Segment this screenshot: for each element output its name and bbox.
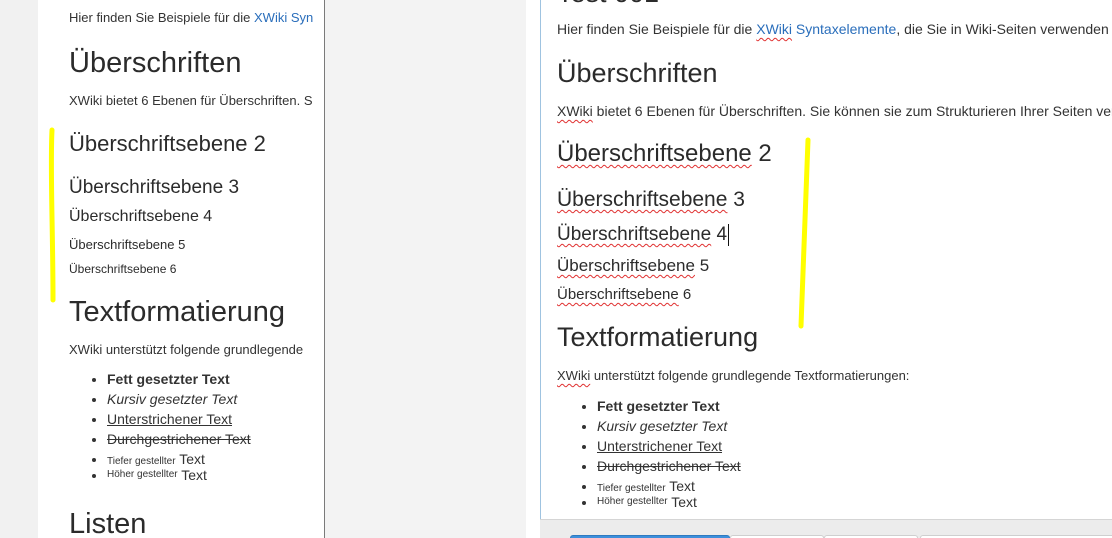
editor-underline-text: Unterstrichener Text xyxy=(597,438,723,454)
editor-list-item-underline[interactable]: Unterstrichener Text xyxy=(597,436,741,456)
editor-list-item-bold[interactable]: Fett gesetzter Text xyxy=(597,396,741,416)
list-item-italic: Kursiv gesetzter Text xyxy=(107,389,251,409)
editor-h4-word: Überschriftsebene xyxy=(557,224,712,246)
editor-intro-paragraph[interactable]: Hier finden Sie Beispiele für die XWiki … xyxy=(557,21,1109,37)
editor-headings-rest: bietet 6 Ebenen für Überschriften. Sie k… xyxy=(592,103,1112,119)
editor-h6-num: 6 xyxy=(678,286,692,303)
syntax-link[interactable]: XWiki Syn xyxy=(254,10,313,25)
editor-headings-title[interactable]: Überschriften xyxy=(557,58,718,89)
list-item-superscript: Höher gestellter Text xyxy=(107,465,251,485)
editor-page: Test 001 Hier finden Sie Beispiele für d… xyxy=(526,0,1112,538)
intro-prefix: Hier finden Sie Beispiele für die xyxy=(69,10,254,25)
editor-headings-paragraph[interactable]: XWiki bietet 6 Ebenen für Überschriften.… xyxy=(557,103,1112,119)
heading-level-4: Überschriftsebene 4 xyxy=(69,208,213,225)
document-title: Test 001 xyxy=(557,0,659,9)
editor-h2-word: Überschriftsebene xyxy=(557,140,752,167)
formatting-list: Fett gesetzter Text Kursiv gesetzter Tex… xyxy=(69,369,251,485)
editor-list-item-italic[interactable]: Kursiv gesetzter Text xyxy=(597,416,741,436)
editor-intro-suffix: , die Sie in Wiki-Seiten verwenden xyxy=(896,21,1109,37)
editor-superscript-small: Höher gestellter xyxy=(597,496,668,507)
view-mode-page: Hier finden Sie Beispiele für die XWiki … xyxy=(38,0,324,538)
background-window-area xyxy=(324,0,527,538)
heading-level-2: Überschriftsebene 2 xyxy=(69,131,266,156)
editor-formatting-rest: unterstützt folgende grundlegende Textfo… xyxy=(590,368,910,383)
superscript-text: Text xyxy=(181,467,207,483)
underline-text: Unterstrichener Text xyxy=(107,411,233,427)
wysiwyg-editor[interactable]: Test 001 Hier finden Sie Beispiele für d… xyxy=(540,0,1112,538)
strike-text: Durchgestrichener Text xyxy=(107,431,251,447)
editor-formatting-title[interactable]: Textformatierung xyxy=(557,322,758,353)
text-cursor xyxy=(728,224,730,246)
heading-level-5: Überschriftsebene 5 xyxy=(69,237,186,252)
intro-paragraph: Hier finden Sie Beispiele für die XWiki … xyxy=(69,10,313,25)
editor-superscript-text: Text xyxy=(671,494,697,510)
editor-list-item-strike[interactable]: Durchgestrichener Text xyxy=(597,456,741,476)
formatting-paragraph: XWiki unterstützt folgende grundlegende xyxy=(69,342,304,357)
editor-link-word: XWiki xyxy=(756,21,793,37)
headings-title: Überschriften xyxy=(69,47,242,79)
editor-heading-level-4[interactable]: Überschriftsebene 4 xyxy=(557,224,730,246)
lists-title: Listen xyxy=(69,508,147,538)
editor-link-rest: Syntaxelemente xyxy=(792,21,897,37)
editor-h3-word: Überschriftsebene xyxy=(557,188,728,211)
editor-h2-num: 2 xyxy=(751,140,772,167)
editor-h6-word: Überschriftsebene xyxy=(557,286,679,303)
heading-level-3: Überschriftsebene 3 xyxy=(69,177,240,198)
formatting-title: Textformatierung xyxy=(69,296,285,328)
editor-h5-word: Überschriftsebene xyxy=(557,256,695,275)
headings-paragraph: XWiki bietet 6 Ebenen für Überschriften.… xyxy=(69,93,313,108)
editor-headings-spell: XWiki xyxy=(557,103,593,119)
editor-h3-num: 3 xyxy=(727,188,745,211)
list-item-bold: Fett gesetzter Text xyxy=(107,369,251,389)
editor-action-bar xyxy=(540,519,1112,538)
editor-syntax-link[interactable]: XWiki Syntaxelemente xyxy=(756,21,896,37)
editor-h4-num: 4 xyxy=(711,224,728,246)
editor-intro-prefix: Hier finden Sie Beispiele für die xyxy=(557,21,757,37)
editor-formatting-list[interactable]: Fett gesetzter Text Kursiv gesetzter Tex… xyxy=(557,396,741,512)
list-item-underline: Unterstrichener Text xyxy=(107,409,251,429)
editor-formatting-spell: XWiki xyxy=(557,368,591,383)
editor-heading-level-3[interactable]: Überschriftsebene 3 xyxy=(557,188,745,212)
list-item-strike: Durchgestrichener Text xyxy=(107,429,251,449)
editor-heading-level-5[interactable]: Überschriftsebene 5 xyxy=(557,256,709,276)
editor-formatting-paragraph[interactable]: XWiki unterstützt folgende grundlegende … xyxy=(557,368,909,383)
editor-heading-level-6[interactable]: Überschriftsebene 6 xyxy=(557,286,691,303)
editor-heading-level-2[interactable]: Überschriftsebene 2 xyxy=(557,140,772,168)
superscript-small: Höher gestellter xyxy=(107,469,178,480)
editor-h5-num: 5 xyxy=(694,256,710,275)
editor-strike-text: Durchgestrichener Text xyxy=(597,458,741,474)
editor-list-item-superscript[interactable]: Höher gestellter Text xyxy=(597,492,741,512)
heading-level-6: Überschriftsebene 6 xyxy=(69,262,177,276)
